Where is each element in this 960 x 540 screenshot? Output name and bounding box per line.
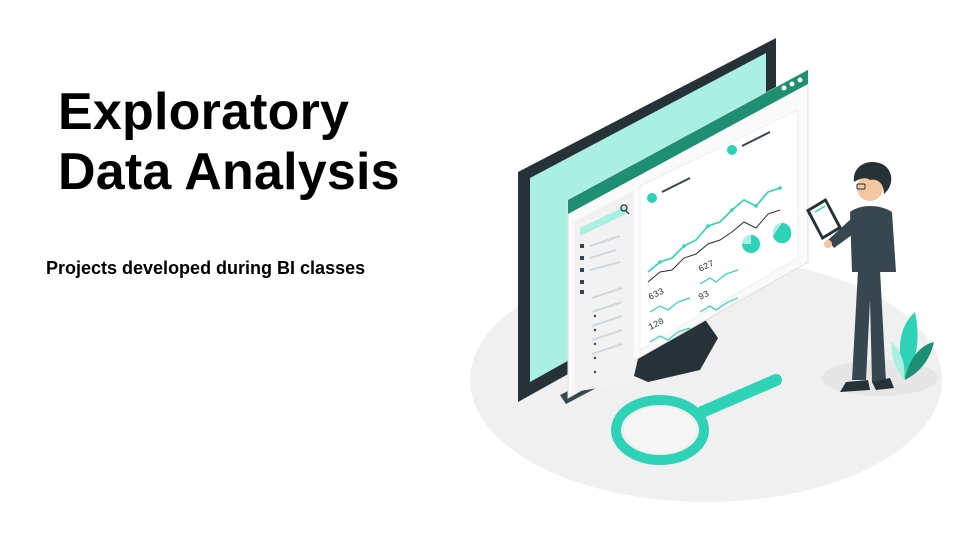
title-line-1: Exploratory	[58, 83, 350, 141]
data-analysis-illustration: 627 633 93 120	[470, 38, 942, 502]
window-dot	[797, 77, 803, 83]
window-dot	[781, 85, 787, 91]
slide-title: Exploratory Data Analysis	[58, 82, 400, 202]
donut-chart	[773, 223, 792, 244]
slide-subtitle: Projects developed during BI classes	[46, 258, 366, 278]
window-dot	[789, 81, 795, 87]
title-line-2: Data Analysis	[58, 143, 400, 201]
donut-chart	[742, 235, 760, 253]
